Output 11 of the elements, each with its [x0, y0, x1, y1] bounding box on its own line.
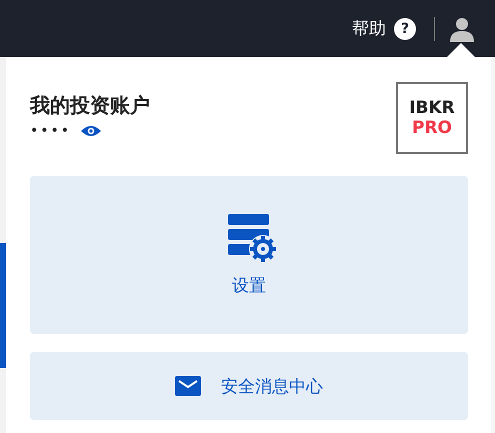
user-icon[interactable] [449, 16, 475, 42]
help-icon[interactable]: ? [394, 18, 416, 40]
settings-tile[interactable]: 设置 [30, 176, 468, 334]
eye-icon[interactable] [81, 125, 102, 137]
settings-icon [228, 214, 278, 262]
logo: IBKR PRO [396, 82, 468, 154]
secure-message-center-button[interactable]: 安全消息中心 [30, 352, 468, 420]
masked-account-number: •••• [30, 123, 72, 139]
mail-icon [175, 376, 201, 396]
help-link[interactable]: 帮助 [352, 17, 386, 40]
account-title: 我的投资账户 [30, 92, 150, 119]
